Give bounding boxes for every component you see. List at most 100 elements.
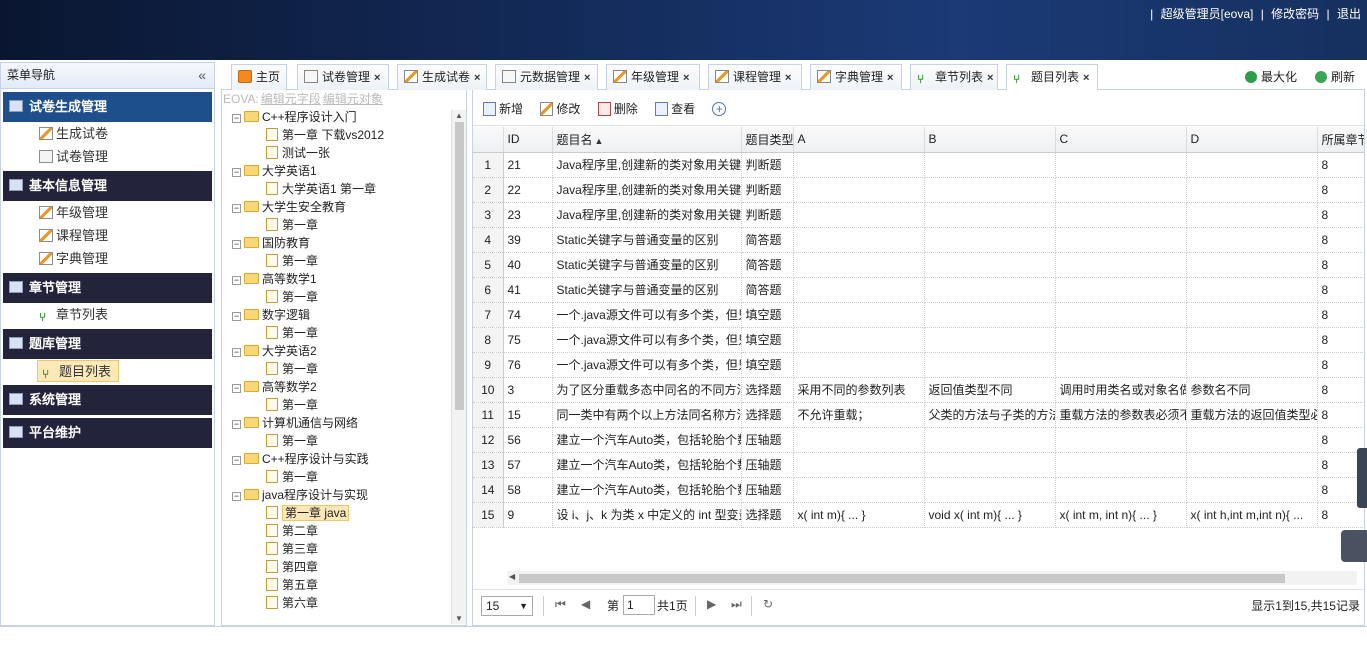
tree-chapter-node[interactable]: 大学英语1 第一章 — [222, 180, 466, 198]
table-row[interactable]: 12 56 建立一个汽车Auto类，包括轮胎个数 压轴题 8 — [473, 427, 1364, 453]
column-header[interactable]: ID — [503, 127, 553, 153]
menu-group-2[interactable]: 章节管理 — [3, 273, 212, 303]
menu-item-0-1[interactable]: 试卷管理 — [3, 146, 214, 168]
tree-course-node[interactable]: − 数字逻辑 — [222, 306, 466, 324]
view-button[interactable]: 查看 — [655, 100, 695, 117]
tree-chapter-node[interactable]: 第一章 — [222, 288, 466, 306]
last-page-icon[interactable]: ⏭ — [731, 597, 742, 612]
menu-item-3-0[interactable]: ⑂ 题目列表 — [37, 360, 119, 382]
table-row[interactable]: 1 21 Java程序里,创建新的类对象用关键字 判断题 8 — [473, 152, 1364, 178]
scroll-up-icon[interactable]: ▲ — [455, 111, 463, 120]
collapse-toggle-icon[interactable]: − — [232, 276, 241, 285]
scroll-down-icon[interactable]: ▼ — [455, 614, 463, 623]
table-row[interactable]: 11 15 同一类中有两个以上方法同名称方法 选择题 不允许重载； 父类的方法与子类的方法… — [473, 402, 1364, 428]
table-row[interactable]: 7 74 一个.java源文件可以有多个类，但只 填空题 8 — [473, 302, 1364, 328]
menu-group-5[interactable]: 平台维护 — [3, 418, 212, 448]
collapse-toggle-icon[interactable]: − — [232, 114, 241, 123]
grid-scroll-thumb[interactable] — [519, 574, 1285, 583]
collapse-toggle-icon[interactable]: − — [232, 204, 241, 213]
edit-button[interactable]: 修改 — [540, 100, 580, 117]
tree-course-node[interactable]: − 大学生安全教育 — [222, 198, 466, 216]
tree-chapter-node[interactable]: 第三章 — [222, 540, 466, 558]
column-header[interactable]: 题目名 ▲ — [552, 127, 742, 153]
tree-chapter-node[interactable]: 第一章 — [222, 396, 466, 414]
close-tab-icon[interactable]: × — [785, 66, 791, 90]
menu-group-0[interactable]: 试卷生成管理 — [3, 92, 212, 122]
tree-chapter-node[interactable]: 第二章 — [222, 522, 466, 540]
column-header[interactable]: A — [793, 127, 925, 153]
tree-chapter-node[interactable]: 第一章 — [222, 432, 466, 450]
menu-item-2-0[interactable]: ⑂ 章节列表 — [3, 304, 214, 326]
tab-5[interactable]: 课程管理 × — [708, 64, 802, 90]
table-row[interactable]: 6 41 Static关键字与普通变量的区别 简答题 8 — [473, 277, 1364, 303]
tree-chapter-node[interactable]: 第一章 — [222, 324, 466, 342]
maximize-button[interactable]: 最大化 — [1245, 66, 1297, 88]
tree-chapter-node[interactable]: 第一章 — [222, 216, 466, 234]
scroll-left-icon[interactable]: ◀ — [509, 572, 515, 581]
column-header[interactable]: B — [924, 127, 1056, 153]
tab-2[interactable]: 生成试卷 × — [397, 64, 487, 90]
table-row[interactable]: 9 76 一个.java源文件可以有多个类，但只 填空题 8 — [473, 352, 1364, 378]
plus-circle-icon[interactable]: + — [712, 102, 727, 116]
menu-group-1[interactable]: 基本信息管理 — [3, 171, 212, 201]
refresh-button[interactable]: 刷新 — [1315, 66, 1355, 88]
table-row[interactable]: 3 23 Java程序里,创建新的类对象用关键字 判断题 8 — [473, 202, 1364, 228]
close-tab-icon[interactable]: × — [887, 66, 893, 90]
page-number-input[interactable]: 1 — [623, 595, 655, 615]
tree-course-node[interactable]: − 大学英语1 — [222, 162, 466, 180]
prev-page-icon[interactable]: ◀ — [581, 597, 590, 611]
tab-3[interactable]: 元数据管理 × — [495, 64, 598, 90]
edit-meta-field-link[interactable]: 编辑元字段 — [261, 92, 321, 106]
column-header[interactable]: C — [1055, 127, 1187, 153]
column-header[interactable]: D — [1186, 127, 1318, 153]
table-row[interactable]: 4 39 Static关键字与普通变量的区别 简答题 8 — [473, 227, 1364, 253]
close-tab-icon[interactable]: × — [474, 66, 480, 90]
menu-item-1-0[interactable]: 年级管理 — [3, 202, 214, 224]
collapse-toggle-icon[interactable]: − — [232, 348, 241, 357]
edit-meta-object-link[interactable]: 编辑元对象 — [323, 92, 383, 106]
side-widget-button[interactable] — [1341, 530, 1367, 562]
change-password-link[interactable]: 修改密码 — [1271, 7, 1319, 21]
logout-link[interactable]: 退出 — [1337, 7, 1361, 21]
tree-chapter-node[interactable]: 第一章 java — [222, 504, 466, 522]
tab-8[interactable]: ⑂ 题目列表 × — [1006, 64, 1098, 91]
menu-item-1-1[interactable]: 课程管理 — [3, 225, 214, 247]
menu-item-0-0[interactable]: 生成试卷 — [3, 123, 214, 145]
table-row[interactable]: 2 22 Java程序里,创建新的类对象用关键字 判断题 8 — [473, 177, 1364, 203]
tree-course-node[interactable]: − 大学英语2 — [222, 342, 466, 360]
close-tab-icon[interactable]: × — [584, 66, 590, 90]
tree-chapter-node[interactable]: 第六章 — [222, 594, 466, 612]
tree-course-node[interactable]: − 高等数学2 — [222, 378, 466, 396]
tree-course-node[interactable]: − C++程序设计入门 — [222, 108, 466, 126]
close-tab-icon[interactable]: × — [683, 66, 689, 90]
tree-chapter-node[interactable]: 第四章 — [222, 558, 466, 576]
collapse-toggle-icon[interactable]: − — [232, 312, 241, 321]
tree-chapter-node[interactable]: 测试一张 — [222, 144, 466, 162]
close-tab-icon[interactable]: × — [374, 66, 380, 90]
tree-course-node[interactable]: − java程序设计与实现 — [222, 486, 466, 504]
column-header[interactable]: 所属章节 — [1317, 127, 1364, 153]
collapse-toggle-icon[interactable]: − — [232, 168, 241, 177]
collapse-toggle-icon[interactable]: − — [232, 456, 241, 465]
tab-6[interactable]: 字典管理 × — [810, 64, 902, 90]
tree-scroll-thumb[interactable] — [455, 122, 464, 410]
collapse-toggle-icon[interactable]: − — [232, 420, 241, 429]
tree-course-node[interactable]: − C++程序设计与实践 — [222, 450, 466, 468]
first-page-icon[interactable]: ⏮ — [555, 597, 566, 612]
tree-course-node[interactable]: − 计算机通信与网络 — [222, 414, 466, 432]
table-row[interactable]: 13 57 建立一个汽车Auto类，包括轮胎个数 压轴题 8 — [473, 452, 1364, 478]
collapse-toggle-icon[interactable]: − — [232, 492, 241, 501]
add-button[interactable]: 新增 — [483, 100, 523, 117]
menu-item-1-2[interactable]: 字典管理 — [3, 248, 214, 270]
menu-group-4[interactable]: 系统管理 — [3, 385, 212, 415]
collapse-toggle-icon[interactable]: − — [232, 240, 241, 249]
next-page-icon[interactable]: ▶ — [707, 597, 716, 611]
menu-group-3[interactable]: 题库管理 — [3, 329, 212, 359]
tab-0[interactable]: 主页 — [231, 64, 287, 90]
grid-horizontal-scrollbar[interactable]: ◀ — [507, 571, 1357, 585]
tree-scrollbar[interactable]: ▲ ▼ — [451, 110, 466, 624]
tree-chapter-node[interactable]: 第一章 下载vs2012 — [222, 126, 466, 144]
collapse-left-icon[interactable]: « — [198, 63, 206, 87]
tab-1[interactable]: 试卷管理 × — [297, 64, 389, 90]
tree-chapter-node[interactable]: 第一章 — [222, 252, 466, 270]
